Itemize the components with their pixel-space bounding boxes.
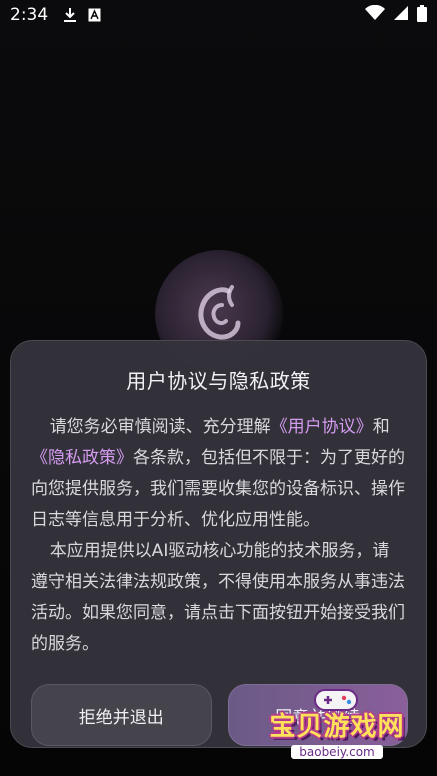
wifi-icon	[365, 4, 385, 25]
dialog-paragraph-2: 本应用提供以AI驱动核心功能的技术服务，请遵守相关法律法规政策，不得使用本服务从…	[31, 541, 405, 654]
reject-exit-button[interactable]: 拒绝并退出	[31, 684, 212, 746]
status-time: 2:34	[10, 5, 49, 25]
signal-icon	[393, 5, 409, 25]
battery-icon	[417, 4, 427, 26]
privacy-policy-link[interactable]: 《隐私政策》	[31, 448, 133, 468]
dialog-buttons: 拒绝并退出 同意并继续	[31, 684, 408, 746]
app-screen: 2:34 用户协议与隐私政策 请您务必审慎阅读、充分理解《用户协议》和《隐私政策…	[0, 0, 437, 776]
status-icons-right	[365, 4, 427, 26]
p1-and: 和	[372, 417, 390, 437]
app-logo-icon	[198, 285, 241, 340]
agreement-dialog: 用户协议与隐私政策 请您务必审慎阅读、充分理解《用户协议》和《隐私政策》各条款，…	[10, 340, 427, 748]
agree-continue-button[interactable]: 同意并继续	[227, 684, 408, 746]
dialog-body: 请您务必审慎阅读、充分理解《用户协议》和《隐私政策》各条款，包括但不限于：为了更…	[31, 412, 406, 660]
a-notification-icon	[88, 8, 101, 22]
p1-prefix: 请您务必审慎阅读、充分理解	[49, 417, 271, 437]
status-bar: 2:34	[0, 0, 437, 30]
dialog-paragraph-1: 请您务必审慎阅读、充分理解《用户协议》和《隐私政策》各条款，包括但不限于：为了更…	[31, 412, 406, 536]
user-agreement-link[interactable]: 《用户协议》	[271, 417, 373, 437]
dialog-title: 用户协议与隐私政策	[126, 369, 311, 393]
download-icon	[62, 7, 78, 23]
